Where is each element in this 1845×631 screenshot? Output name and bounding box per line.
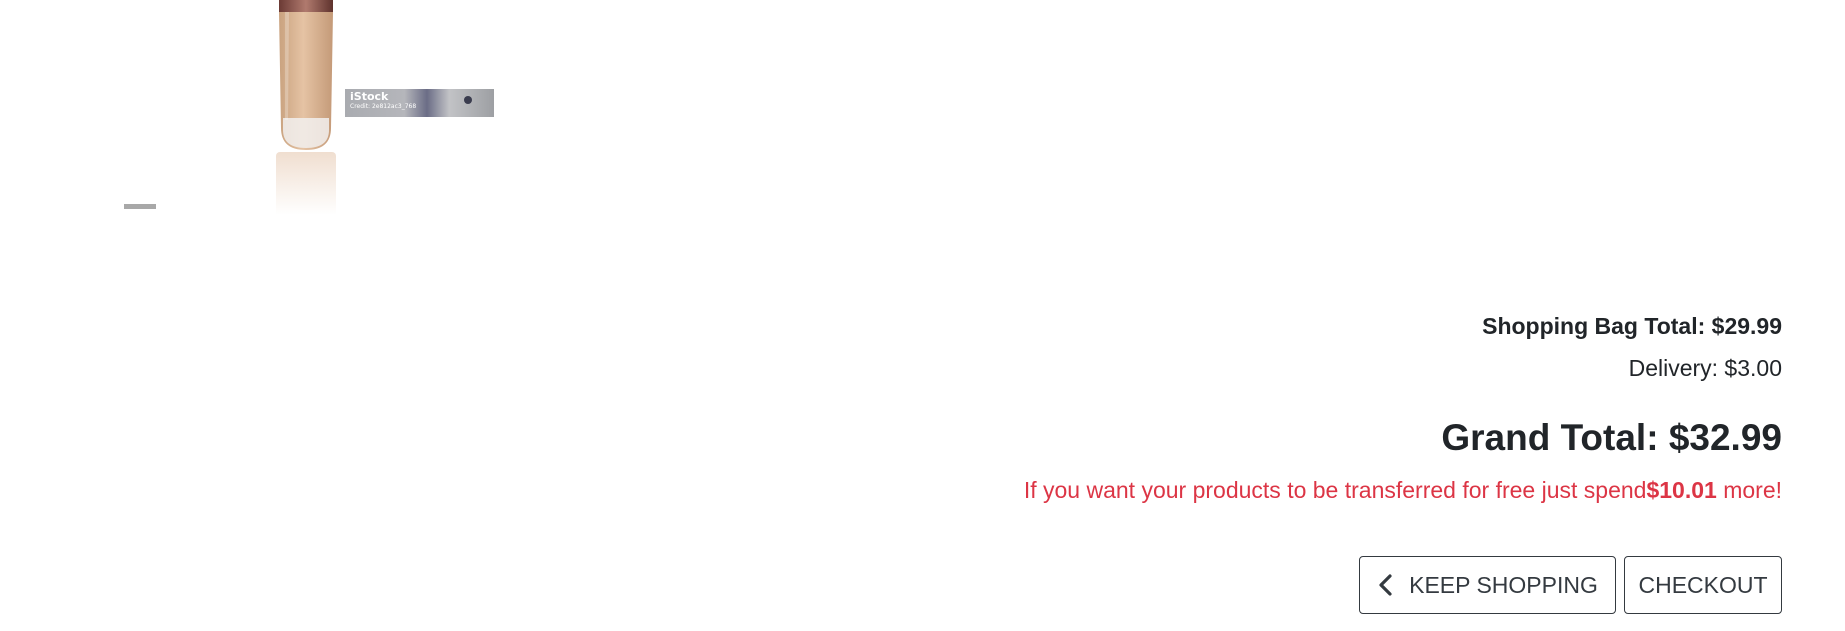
keep-shopping-label: KEEP SHOPPING bbox=[1409, 571, 1598, 598]
chevron-left-icon bbox=[1379, 574, 1392, 596]
grand-total: Grand Total: $32.99 bbox=[1441, 417, 1782, 458]
free-shipping-amount: $10.01 bbox=[1646, 477, 1717, 503]
delivery-cost: Delivery: $3.00 bbox=[1628, 355, 1782, 381]
stock-watermark: iStock Credit: 2e812ac3_768 bbox=[345, 89, 494, 117]
shopping-bag-total: Shopping Bag Total: $29.99 bbox=[1482, 313, 1782, 339]
shopping-bag-page: iStock Credit: 2e812ac3_768 Shopping Bag… bbox=[0, 0, 1845, 631]
watermark-dot bbox=[464, 96, 472, 104]
checkout-button[interactable]: CHECKOUT bbox=[1624, 556, 1782, 614]
order-summary: Shopping Bag Total: $29.99 Delivery: $3.… bbox=[1024, 312, 1782, 504]
free-shipping-notice: If you want your products to be transfer… bbox=[1024, 476, 1782, 504]
image-badge bbox=[124, 204, 156, 209]
free-shipping-suffix: more! bbox=[1716, 477, 1782, 503]
bottle-reflection bbox=[276, 152, 336, 215]
keep-shopping-button[interactable]: KEEP SHOPPING bbox=[1359, 556, 1616, 614]
checkout-label: CHECKOUT bbox=[1638, 571, 1768, 598]
foundation-bottle-image bbox=[279, 0, 333, 150]
free-shipping-prefix: If you want your products to be transfer… bbox=[1023, 477, 1647, 503]
cart-actions: KEEP SHOPPING CHECKOUT bbox=[1359, 556, 1782, 614]
product-image: iStock Credit: 2e812ac3_768 bbox=[120, 0, 500, 215]
watermark-credit: Credit: 2e812ac3_768 bbox=[350, 103, 417, 110]
